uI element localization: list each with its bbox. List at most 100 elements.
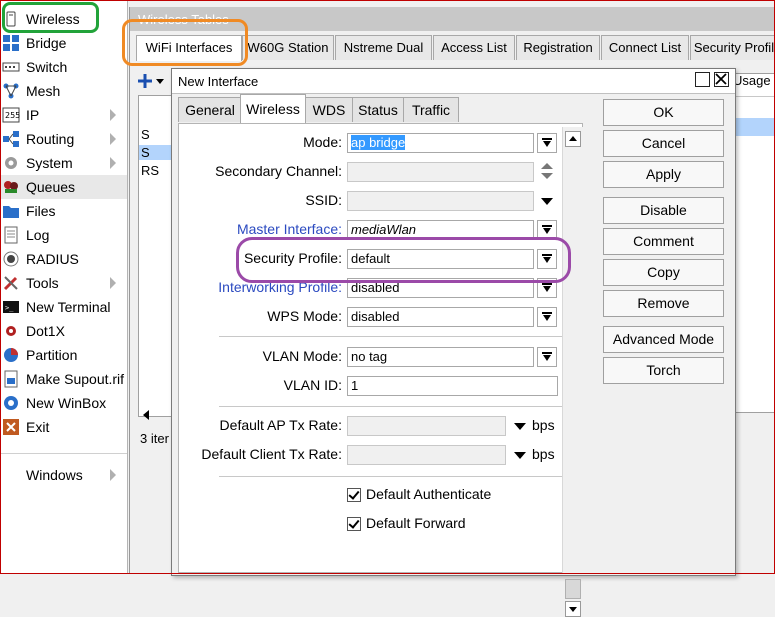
- menu-item-radius[interactable]: RADIUS: [1, 247, 127, 271]
- close-icon[interactable]: [714, 72, 729, 87]
- secondary-channel-label: Secondary Channel:: [215, 163, 342, 179]
- vlan-id-input[interactable]: 1: [347, 376, 558, 396]
- tab-access-list[interactable]: Access List: [433, 35, 515, 60]
- dialog-scrollbar[interactable]: [562, 127, 583, 617]
- menu-item-make-supout[interactable]: Make Supout.rif: [1, 367, 127, 391]
- menu-item-routing[interactable]: Routing: [1, 127, 127, 151]
- tab-connect-list[interactable]: Connect List: [601, 35, 689, 60]
- menu-item-windows[interactable]: Windows: [1, 463, 127, 487]
- column-header-usage[interactable]: Usage: [733, 73, 771, 88]
- menu-item-wireless[interactable]: Wireless: [1, 7, 127, 31]
- apply-button[interactable]: Apply: [603, 161, 724, 188]
- interworking-profile-dropdown-icon[interactable]: [537, 278, 557, 298]
- menu-item-tools[interactable]: Tools: [1, 271, 127, 295]
- dialog-titlebar: New Interface: [172, 69, 735, 94]
- tab-wifi-interfaces[interactable]: WiFi Interfaces: [136, 35, 242, 61]
- master-interface-dropdown-icon[interactable]: [537, 220, 557, 240]
- system-gear-icon: [5, 157, 17, 169]
- menu-item-bridge[interactable]: Bridge: [1, 31, 127, 55]
- wps-mode-select[interactable]: disabled: [347, 307, 534, 327]
- menu-item-files[interactable]: Files: [1, 199, 127, 223]
- svg-text:255: 255: [5, 111, 20, 120]
- default-authenticate-checkbox[interactable]: [347, 488, 361, 502]
- vlan-mode-label: VLAN Mode:: [262, 348, 342, 364]
- interworking-profile-select[interactable]: disabled: [347, 278, 534, 298]
- svg-text:>_: >_: [5, 304, 14, 312]
- submenu-arrow-icon: [110, 277, 116, 289]
- radius-icon: [3, 251, 19, 267]
- main-menu: Wireless Bridge Switch Mesh 255 IP Routi…: [1, 1, 128, 573]
- cancel-button[interactable]: Cancel: [603, 130, 724, 157]
- tab-w60g-station[interactable]: W60G Station: [242, 35, 334, 60]
- menu-item-exit[interactable]: Exit: [1, 415, 127, 439]
- wireless-settings-panel: Mode: Secondary Channel: SSID: Master In…: [178, 123, 583, 573]
- secondary-channel-stepper-icon[interactable]: [540, 163, 554, 181]
- section-divider: [219, 406, 575, 407]
- list-item[interactable]: RS: [141, 163, 159, 178]
- interworking-profile-label[interactable]: Interworking Profile:: [218, 279, 342, 295]
- tab-traffic[interactable]: Traffic: [403, 97, 459, 122]
- default-client-tx-rate-input[interactable]: [347, 445, 506, 465]
- vlan-mode-dropdown-icon[interactable]: [537, 347, 557, 367]
- client-tx-rate-unit: bps: [532, 446, 555, 462]
- master-interface-label[interactable]: Master Interface:: [237, 221, 342, 237]
- menu-item-switch[interactable]: Switch: [1, 55, 127, 79]
- copy-button[interactable]: Copy: [603, 259, 724, 286]
- security-profile-select[interactable]: default: [347, 249, 534, 269]
- torch-button[interactable]: Torch: [603, 357, 724, 384]
- tab-nstreme-dual[interactable]: Nstreme Dual: [335, 35, 432, 60]
- tools-icon: [3, 276, 18, 291]
- scroll-down-icon[interactable]: [565, 601, 581, 617]
- ssid-input[interactable]: [347, 191, 534, 211]
- menu-item-partition[interactable]: Partition: [1, 343, 127, 367]
- default-forward-checkbox[interactable]: [347, 517, 361, 531]
- secondary-channel-field[interactable]: [347, 162, 534, 182]
- master-interface-select[interactable]: mediaWlan: [347, 220, 534, 240]
- menu-item-system[interactable]: System: [1, 151, 127, 175]
- add-icon[interactable]: [138, 73, 164, 89]
- new-interface-dialog: New Interface General Wireless WDS Statu…: [171, 68, 736, 617]
- maximize-icon[interactable]: [695, 72, 710, 87]
- submenu-arrow-icon: [110, 109, 116, 121]
- tab-security-profiles[interactable]: Security Profil: [690, 35, 775, 60]
- security-profile-dropdown-icon[interactable]: [537, 249, 557, 269]
- bridge-icon: [3, 35, 19, 51]
- scroll-thumb[interactable]: [565, 579, 581, 599]
- menu-item-mesh[interactable]: Mesh: [1, 79, 127, 103]
- menu-item-log[interactable]: Log: [1, 223, 127, 247]
- wps-mode-dropdown-icon[interactable]: [537, 307, 557, 327]
- default-ap-tx-rate-dropdown-icon[interactable]: [514, 423, 526, 431]
- list-item[interactable]: S: [141, 127, 150, 142]
- ok-button[interactable]: OK: [603, 99, 724, 126]
- comment-button[interactable]: Comment: [603, 228, 724, 255]
- window-titlebar: Wireless Tables: [130, 7, 775, 31]
- tab-general[interactable]: General: [178, 97, 242, 122]
- mode-select[interactable]: ap bridge: [347, 133, 534, 153]
- default-authenticate-label: Default Authenticate: [366, 486, 492, 502]
- menu-item-new-winbox[interactable]: New WinBox: [1, 391, 127, 415]
- scroll-left-icon[interactable]: [141, 410, 151, 420]
- tab-wireless[interactable]: Wireless: [240, 94, 306, 123]
- advanced-mode-button[interactable]: Advanced Mode: [603, 326, 724, 353]
- default-ap-tx-rate-input[interactable]: [347, 416, 506, 436]
- menu-item-ip[interactable]: 255 IP: [1, 103, 127, 127]
- vlan-mode-select[interactable]: no tag: [347, 347, 534, 367]
- switch-icon: [2, 62, 20, 72]
- mode-label: Mode:: [303, 134, 342, 150]
- menu-item-dot1x[interactable]: Dot1X: [1, 319, 127, 343]
- section-divider: [219, 476, 575, 477]
- tab-wds[interactable]: WDS: [305, 97, 353, 122]
- tab-status[interactable]: Status: [352, 97, 404, 122]
- remove-button[interactable]: Remove: [603, 290, 724, 317]
- folder-icon: [3, 206, 19, 218]
- default-client-tx-rate-dropdown-icon[interactable]: [514, 452, 526, 460]
- menu-item-new-terminal[interactable]: >_ New Terminal: [1, 295, 127, 319]
- wireless-icon: [6, 11, 16, 27]
- ssid-dropdown-icon[interactable]: [541, 198, 553, 206]
- tab-registration[interactable]: Registration: [516, 35, 600, 60]
- mode-dropdown-icon[interactable]: [537, 133, 557, 153]
- scroll-up-icon[interactable]: [565, 131, 581, 147]
- disable-button[interactable]: Disable: [603, 197, 724, 224]
- menu-item-queues[interactable]: Queues: [1, 175, 127, 199]
- terminal-icon: >_: [3, 301, 19, 313]
